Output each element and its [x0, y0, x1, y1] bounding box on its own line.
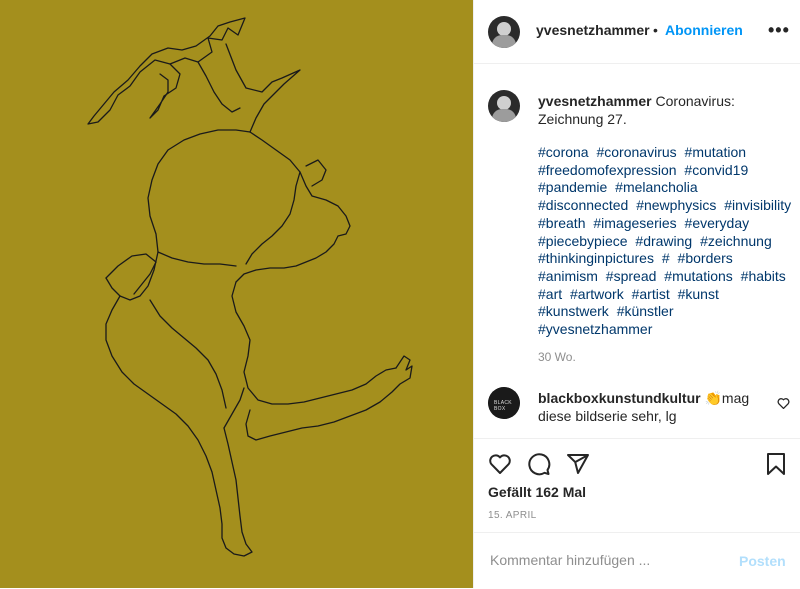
action-bar — [474, 438, 800, 439]
post-image[interactable] — [0, 0, 473, 588]
hashtag-link[interactable]: #pandemie — [538, 179, 607, 195]
bookmark-icon[interactable] — [764, 452, 788, 476]
caption-username[interactable]: yvesnetzhammer — [538, 93, 652, 109]
post-comment-button[interactable]: Posten — [739, 553, 786, 569]
commenter-avatar[interactable]: BLACK BOX — [488, 387, 520, 419]
author-username[interactable]: yvesnetzhammer — [536, 22, 650, 38]
hashtag-link[interactable]: #newphysics — [636, 197, 716, 213]
hashtag-link[interactable]: #art — [538, 286, 562, 302]
share-icon[interactable] — [566, 452, 590, 476]
hashtag-link[interactable]: #mutation — [685, 144, 746, 160]
hashtag-link[interactable]: #invisibility — [724, 197, 791, 213]
avatar-logo-text: BLACK BOX — [494, 400, 512, 412]
comment-input[interactable] — [488, 551, 732, 569]
hashtag-link[interactable]: #piecebypiece — [538, 233, 628, 249]
hashtag-link[interactable]: #thinkinginpictures — [538, 250, 654, 266]
hashtag-link[interactable]: #artwork — [570, 286, 624, 302]
heart-icon[interactable] — [488, 452, 512, 476]
hashtag-link[interactable]: #künstler — [617, 303, 674, 319]
hashtag-link[interactable]: #drawing — [635, 233, 692, 249]
hashtag-link[interactable]: #zeichnung — [700, 233, 772, 249]
post-header: yvesnetzhammer • Abonnieren ••• — [474, 0, 800, 64]
hashtag-link[interactable]: #coronavirus — [596, 144, 676, 160]
hashtag-link[interactable]: # — [662, 250, 670, 266]
line-drawing — [87, 17, 413, 557]
hashtag-link[interactable]: #corona — [538, 144, 589, 160]
hashtag-link[interactable]: #breath — [538, 215, 585, 231]
hashtag-list: #corona #coronavirus #mutation #freedomo… — [538, 144, 796, 339]
hashtag-link[interactable]: #yvesnetzhammer — [538, 321, 652, 337]
comment-emoji: 👏 — [704, 390, 722, 406]
comment: blackboxkunstundkultur 👏mag diese bildse… — [538, 389, 778, 425]
hashtag-link[interactable]: #artist — [632, 286, 670, 302]
hashtag-link[interactable]: #habits — [741, 268, 786, 284]
hashtag-link[interactable]: #everyday — [685, 215, 750, 231]
caption: yvesnetzhammer Coronavirus: Zeichnung 27… — [538, 92, 788, 128]
hashtag-link[interactable]: #imageseries — [593, 215, 676, 231]
hashtag-link[interactable]: #melancholia — [615, 179, 698, 195]
comment-composer: Posten — [474, 532, 800, 589]
post-age: 30 Wo. — [538, 350, 576, 364]
more-options-icon[interactable]: ••• — [768, 20, 790, 41]
like-count[interactable]: Gefällt 162 Mal — [488, 484, 586, 500]
post-sidebar: yvesnetzhammer • Abonnieren ••• yvesnetz… — [473, 0, 800, 588]
hashtag-link[interactable]: #kunst — [678, 286, 719, 302]
hashtag-link[interactable]: #convid19 — [684, 162, 748, 178]
hashtag-link[interactable]: #disconnected — [538, 197, 628, 213]
comment-icon[interactable] — [527, 452, 551, 476]
hashtag-link[interactable]: #kunstwerk — [538, 303, 609, 319]
hashtag-link[interactable]: #mutations — [664, 268, 732, 284]
hashtag-link[interactable]: #borders — [678, 250, 733, 266]
post-viewer: yvesnetzhammer • Abonnieren ••• yvesnetz… — [0, 0, 800, 588]
header-separator: • — [653, 22, 658, 38]
comment-like-icon[interactable] — [777, 397, 790, 409]
follow-button[interactable]: Abonnieren — [665, 22, 743, 38]
hashtag-link[interactable]: #freedomofexpression — [538, 162, 677, 178]
hashtag-link[interactable]: #animism — [538, 268, 598, 284]
caption-avatar[interactable] — [488, 90, 520, 122]
comment-username[interactable]: blackboxkunstundkultur — [538, 390, 701, 406]
hashtag-link[interactable]: #spread — [606, 268, 657, 284]
post-date: 15. APRIL — [488, 510, 537, 521]
author-avatar[interactable] — [488, 16, 520, 48]
